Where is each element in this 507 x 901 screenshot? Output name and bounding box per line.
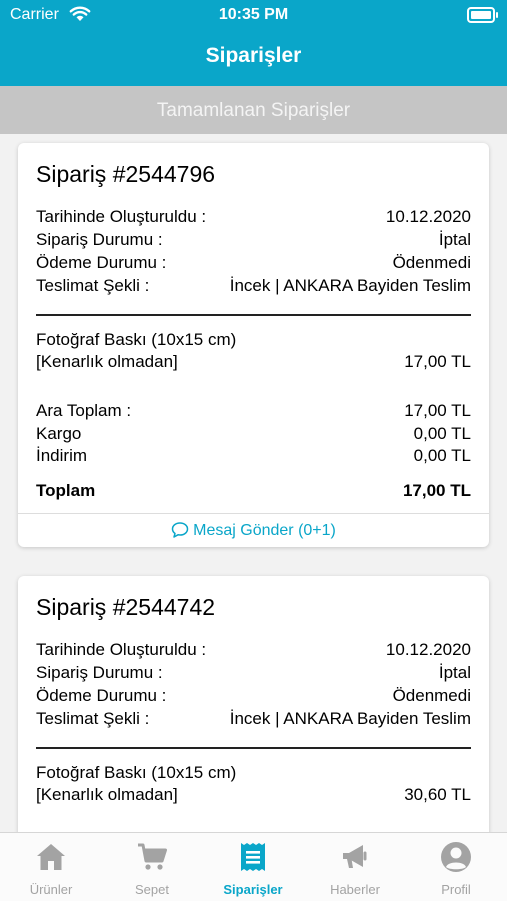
total-value: 17,00 TL <box>402 481 471 500</box>
tab-label: Haberler <box>330 882 380 897</box>
status-label: Sipariş Durumu : <box>36 230 163 249</box>
send-message-label: Mesaj Gönder (0+1) <box>193 522 336 539</box>
completed-orders-bar: Tamamlanan Siparişler <box>0 86 507 134</box>
shipping-row: Kargo 0,00 TL <box>36 424 471 444</box>
created-label: Tarihinde Oluşturuldu : <box>36 207 207 226</box>
cart-icon <box>138 843 167 870</box>
tab-cart[interactable]: Sepet <box>102 833 202 901</box>
subtotal-row: Ara Toplam : 17,00 TL <box>36 401 471 421</box>
order-title: Sipariş #2544796 <box>36 161 216 187</box>
item-name-text: Fotoğraf Baskı (10x15 cm) <box>36 330 237 349</box>
total-label: Toplam <box>36 481 96 500</box>
status-bar: Carrier 10:35 PM <box>0 0 507 30</box>
created-row: Tarihinde Oluşturuldu : 10.12.2020 <box>36 207 471 227</box>
delivery-row: Teslimat Şekli : İncek | ANKARA Bayiden … <box>36 709 471 729</box>
order-title: Sipariş #2544742 <box>36 594 216 620</box>
payment-value: Ödenmedi <box>392 253 471 272</box>
created-row: Tarihinde Oluşturuldu : 10.12.2020 <box>36 640 471 660</box>
status-row: Sipariş Durumu : İptal <box>36 230 471 250</box>
battery-icon <box>467 7 498 23</box>
delivery-value: İncek | ANKARA Bayiden Teslim <box>229 709 471 728</box>
tab-profile[interactable]: Profil <box>406 833 506 901</box>
created-value: 10.12.2020 <box>385 207 471 226</box>
status-label: Sipariş Durumu : <box>36 663 163 682</box>
delivery-label: Teslimat Şekli : <box>36 276 150 295</box>
shipping-value: 0,00 TL <box>413 424 471 443</box>
payment-label: Ödeme Durumu : <box>36 253 167 272</box>
send-message-button[interactable]: Mesaj Gönder (0+1) <box>18 513 489 547</box>
status-row: Sipariş Durumu : İptal <box>36 663 471 683</box>
chat-bubble-icon <box>171 522 189 538</box>
item-row: [Kenarlık olmadan] 17,00 TL <box>36 352 471 372</box>
payment-row: Ödeme Durumu : Ödenmedi <box>36 686 471 706</box>
page-title: Siparişler <box>205 44 302 67</box>
status-time: 10:35 PM <box>218 6 289 23</box>
item-name-text: Fotoğraf Baskı (10x15 cm) <box>36 763 237 782</box>
item-name: Fotoğraf Baskı (10x15 cm) <box>36 330 471 350</box>
divider <box>36 747 471 749</box>
tab-label: Ürünler <box>29 882 73 897</box>
home-icon <box>37 844 65 870</box>
delivery-row: Teslimat Şekli : İncek | ANKARA Bayiden … <box>36 276 471 296</box>
item-price: 17,00 TL <box>404 352 471 371</box>
tab-products[interactable]: Ürünler <box>1 833 101 901</box>
tab-label: Profil <box>441 882 471 897</box>
subtotal-label: Ara Toplam : <box>36 401 132 420</box>
item-price: 30,60 TL <box>404 785 471 804</box>
tab-label: Siparişler <box>223 882 283 897</box>
divider <box>36 314 471 316</box>
payment-value: Ödenmedi <box>392 686 471 705</box>
tab-news[interactable]: Haberler <box>305 833 405 901</box>
subtotal-value: 17,00 TL <box>404 401 471 420</box>
orders-icon <box>241 843 265 871</box>
discount-value: 0,00 TL <box>413 446 471 465</box>
item-option: [Kenarlık olmadan] <box>36 352 178 371</box>
tab-orders[interactable]: Siparişler <box>203 833 303 901</box>
status-value: İptal <box>438 230 471 249</box>
payment-label: Ödeme Durumu : <box>36 686 167 705</box>
delivery-label: Teslimat Şekli : <box>36 709 150 728</box>
megaphone-icon <box>343 845 367 868</box>
discount-row: İndirim 0,00 TL <box>36 446 471 466</box>
profile-icon <box>441 842 471 872</box>
order-card[interactable]: Sipariş #2544742 Tarihinde Oluşturuldu :… <box>18 576 489 876</box>
tab-bar: Ürünler Sepet Siparişler Haberler Profil <box>0 832 507 901</box>
created-value: 10.12.2020 <box>385 640 471 659</box>
status-value: İptal <box>438 663 471 682</box>
item-row: [Kenarlık olmadan] 30,60 TL <box>36 785 471 805</box>
discount-label: İndirim <box>36 446 88 465</box>
delivery-value: İncek | ANKARA Bayiden Teslim <box>229 276 471 295</box>
shipping-label: Kargo <box>36 424 82 443</box>
payment-row: Ödeme Durumu : Ödenmedi <box>36 253 471 273</box>
order-card[interactable]: Sipariş #2544796 Tarihinde Oluşturuldu :… <box>18 143 489 547</box>
item-name: Fotoğraf Baskı (10x15 cm) <box>36 763 471 783</box>
created-label: Tarihinde Oluşturuldu : <box>36 640 207 659</box>
total-row: Toplam 17,00 TL <box>36 481 471 501</box>
item-option: [Kenarlık olmadan] <box>36 785 178 804</box>
tab-label: Sepet <box>135 882 169 897</box>
app-header: Carrier 10:35 PM Siparişler <box>0 0 507 86</box>
